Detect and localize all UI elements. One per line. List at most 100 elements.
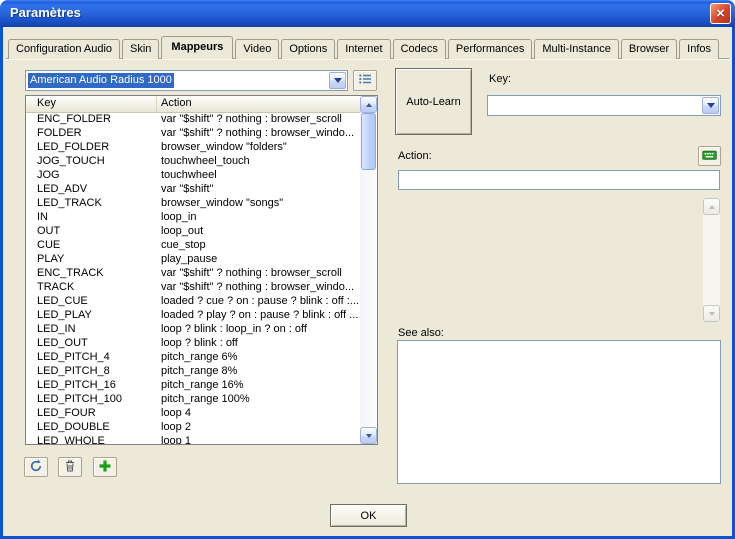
tab-codecs[interactable]: Codecs [393, 39, 446, 59]
row-key: CUE [26, 238, 157, 252]
tab-options[interactable]: Options [281, 39, 335, 59]
mapping-table: Key Action ENC_FOLDER var "$shift" ? not… [25, 95, 378, 445]
action-input[interactable] [398, 170, 720, 190]
scroll-down-button[interactable] [360, 427, 377, 444]
column-header-key[interactable]: Key [26, 96, 157, 112]
tab-configuration-audio[interactable]: Configuration Audio [8, 39, 120, 59]
row-action: pitch_range 100% [157, 392, 360, 406]
scroll-down-button[interactable] [703, 305, 720, 322]
row-action: var "$shift" ? nothing : browser_windo..… [157, 126, 360, 140]
row-action: var "$shift" [157, 182, 360, 196]
table-row[interactable]: LED_DOUBLE loop 2 [26, 420, 360, 434]
row-action: browser_window "folders" [157, 140, 360, 154]
row-key: LED_CUE [26, 294, 157, 308]
table-row[interactable]: LED_FOUR loop 4 [26, 406, 360, 420]
plus-icon [98, 459, 112, 476]
table-row[interactable]: IN loop_in [26, 210, 360, 224]
device-select-arrow-button[interactable] [329, 72, 346, 89]
row-action: loop 4 [157, 406, 360, 420]
description-scrollbar[interactable] [703, 198, 720, 322]
table-row[interactable]: CUE cue_stop [26, 238, 360, 252]
row-action: loop 1 [157, 434, 360, 444]
tab-infos[interactable]: Infos [679, 39, 719, 59]
auto-learn-button[interactable]: Auto-Learn [395, 68, 472, 135]
tab-skin[interactable]: Skin [122, 39, 159, 59]
row-key: LED_TRACK [26, 196, 157, 210]
table-row[interactable]: LED_PITCH_4 pitch_range 6% [26, 350, 360, 364]
row-action: var "$shift" ? nothing : browser_windo..… [157, 280, 360, 294]
device-select[interactable]: American Audio Radius 1000 [25, 70, 348, 91]
close-icon: × [716, 6, 725, 21]
tab-performances[interactable]: Performances [448, 39, 532, 59]
dialog-content: Configuration AudioSkinMappeursVideoOpti… [3, 27, 732, 536]
row-key: LED_PITCH_100 [26, 392, 157, 406]
table-row[interactable]: LED_PITCH_16 pitch_range 16% [26, 378, 360, 392]
row-key: JOG [26, 168, 157, 182]
row-key: LED_PITCH_8 [26, 364, 157, 378]
row-key: LED_ADV [26, 182, 157, 196]
tab-mappeurs[interactable]: Mappeurs [161, 36, 233, 59]
table-row[interactable]: FOLDER var "$shift" ? nothing : browser_… [26, 126, 360, 140]
close-button[interactable]: × [710, 3, 731, 24]
row-key: LED_PITCH_4 [26, 350, 157, 364]
row-action: play_pause [157, 252, 360, 266]
key-select[interactable] [487, 95, 721, 116]
row-action: touchwheel_touch [157, 154, 360, 168]
table-row[interactable]: JOG touchwheel [26, 168, 360, 182]
table-row[interactable]: TRACK var "$shift" ? nothing : browser_w… [26, 280, 360, 294]
table-row[interactable]: ENC_TRACK var "$shift" ? nothing : brows… [26, 266, 360, 280]
column-header-action[interactable]: Action [157, 96, 360, 112]
row-key: LED_WHOLE [26, 434, 157, 444]
row-key: LED_DOUBLE [26, 420, 157, 434]
delete-mapping-button[interactable] [58, 457, 82, 477]
add-mapping-button[interactable] [93, 457, 117, 477]
table-row[interactable]: LED_ADV var "$shift" [26, 182, 360, 196]
row-action: loop ? blink : loop_in ? on : off [157, 322, 360, 336]
table-row[interactable]: LED_PLAY loaded ? play ? on : pause ? bl… [26, 308, 360, 322]
row-action: loaded ? play ? on : pause ? blink : off… [157, 308, 360, 322]
table-scrollbar[interactable] [360, 96, 377, 444]
row-key: JOG_TOUCH [26, 154, 157, 168]
table-row[interactable]: OUT loop_out [26, 224, 360, 238]
row-key: FOLDER [26, 126, 157, 140]
mapper-list-button[interactable] [353, 70, 377, 91]
table-row[interactable]: LED_PITCH_100 pitch_range 100% [26, 392, 360, 406]
row-action: var "$shift" ? nothing : browser_scroll [157, 266, 360, 280]
reload-icon [29, 459, 43, 476]
parametres-dialog: Paramètres × Configuration AudioSkinMapp… [0, 0, 735, 539]
row-action: pitch_range 16% [157, 378, 360, 392]
tab-browser[interactable]: Browser [621, 39, 677, 59]
see-also-list[interactable] [397, 340, 721, 484]
table-row[interactable]: LED_FOLDER browser_window "folders" [26, 140, 360, 154]
table-row[interactable]: LED_OUT loop ? blink : off [26, 336, 360, 350]
row-action: loop 2 [157, 420, 360, 434]
mapper-table-body: ENC_FOLDER var "$shift" ? nothing : brow… [26, 112, 360, 444]
row-key: LED_FOLDER [26, 140, 157, 154]
tab-multi-instance[interactable]: Multi-Instance [534, 39, 618, 59]
table-row[interactable]: LED_IN loop ? blink : loop_in ? on : off [26, 322, 360, 336]
table-row[interactable]: LED_CUE loaded ? cue ? on : pause ? blin… [26, 294, 360, 308]
trash-icon [63, 459, 77, 476]
table-row[interactable]: LED_WHOLE loop 1 [26, 434, 360, 444]
reset-mapper-button[interactable] [24, 457, 48, 477]
row-key: LED_PLAY [26, 308, 157, 322]
ok-button[interactable]: OK [330, 504, 407, 527]
row-key: OUT [26, 224, 157, 238]
scroll-up-button[interactable] [703, 198, 720, 215]
key-select-arrow-button[interactable] [702, 97, 719, 114]
action-helper-button[interactable] [698, 146, 721, 166]
table-row[interactable]: LED_TRACK browser_window "songs" [26, 196, 360, 210]
table-row[interactable]: JOG_TOUCH touchwheel_touch [26, 154, 360, 168]
table-row[interactable]: ENC_FOLDER var "$shift" ? nothing : brow… [26, 112, 360, 126]
table-row[interactable]: LED_PITCH_8 pitch_range 8% [26, 364, 360, 378]
row-key: IN [26, 210, 157, 224]
tab-video[interactable]: Video [235, 39, 279, 59]
scroll-thumb[interactable] [361, 113, 376, 170]
tab-internet[interactable]: Internet [337, 39, 390, 59]
title-bar[interactable]: Paramètres × [0, 0, 735, 27]
row-key: LED_IN [26, 322, 157, 336]
row-action: var "$shift" ? nothing : browser_scroll [157, 112, 360, 126]
row-key: LED_FOUR [26, 406, 157, 420]
table-row[interactable]: PLAY play_pause [26, 252, 360, 266]
scroll-up-button[interactable] [360, 96, 377, 113]
